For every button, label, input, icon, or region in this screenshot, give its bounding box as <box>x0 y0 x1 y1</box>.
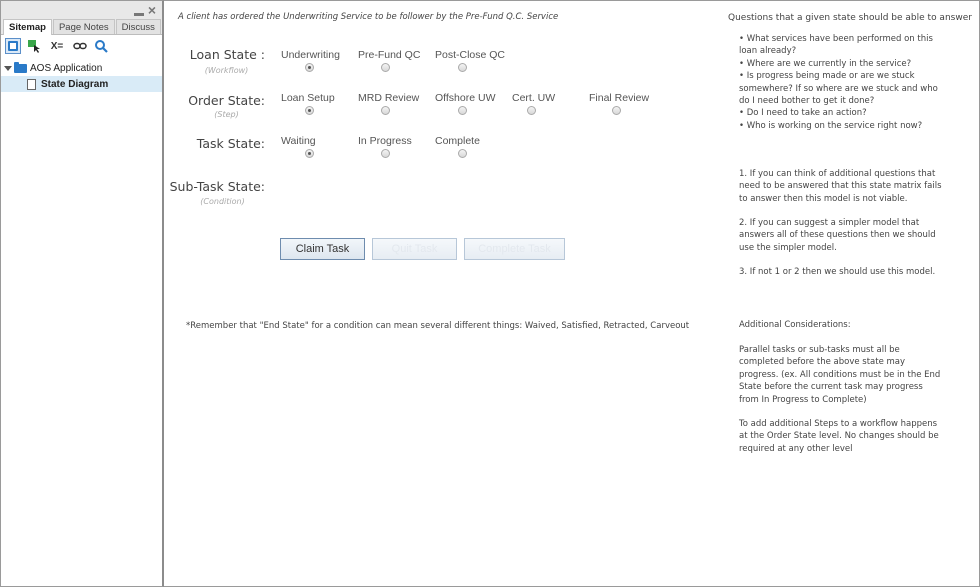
tab-page-notes[interactable]: Page Notes <box>52 19 115 34</box>
sub-task-state-label: Sub-Task State: <box>169 179 265 194</box>
list-item: • Where are we currently in the service? <box>739 58 912 69</box>
radio-button[interactable] <box>458 63 467 72</box>
radio-label: Waiting <box>281 135 316 147</box>
radio-label: Offshore UW <box>435 92 496 104</box>
radio-button[interactable] <box>612 106 621 115</box>
tree-item-label: State Diagram <box>41 78 109 90</box>
list-item: • Is progress being made or are we stuck… <box>739 71 938 107</box>
radio-label: Complete <box>435 135 480 147</box>
page-icon <box>27 78 36 90</box>
minimize-icon[interactable] <box>133 12 144 16</box>
folder-icon <box>14 61 27 73</box>
additional-note-1: Parallel tasks or sub-tasks must all be … <box>739 345 941 405</box>
tree-item-root[interactable]: AOS Application <box>1 60 162 76</box>
additional-title: Additional Considerations: <box>739 320 851 330</box>
radio-label: Cert. UW <box>512 92 556 104</box>
page-canvas: A client has ordered the Underwriting Se… <box>164 0 980 587</box>
link-icon[interactable] <box>72 38 88 54</box>
chevron-down-icon[interactable] <box>4 65 12 71</box>
radio-button[interactable] <box>458 149 467 158</box>
remember-note: *Remember that "End State" for a conditi… <box>186 321 690 331</box>
tree-item-state-diagram[interactable]: State Diagram <box>1 76 162 92</box>
loan-state-label: Loan State : <box>189 47 265 62</box>
radio-button[interactable] <box>305 149 314 158</box>
order-state-sub: (Step) <box>214 110 239 119</box>
search-icon[interactable] <box>93 38 109 54</box>
quit-task-button[interactable]: Quit Task <box>372 238 457 260</box>
task-state-label: Task State: <box>196 136 265 151</box>
additional-note-2: To add additional Steps to a workflow ha… <box>739 419 939 454</box>
radio-pre-fund-qc[interactable]: Pre-Fund QC <box>358 49 438 72</box>
intro-text: A client has ordered the Underwriting Se… <box>178 12 559 22</box>
radio-label: Post-Close QC <box>435 49 506 61</box>
radio-button[interactable] <box>458 106 467 115</box>
sitemap-pane: × Sitemap Page Notes Discuss X= AOS Appl… <box>0 0 164 587</box>
radio-complete[interactable]: Complete <box>435 135 515 158</box>
order-state-label: Order State: <box>188 93 265 108</box>
add-page-icon[interactable] <box>26 38 42 54</box>
variables-label: X= <box>50 40 64 52</box>
radio-cert-uw[interactable]: Cert. UW <box>512 92 592 115</box>
radio-label: Final Review <box>589 92 650 104</box>
list-item: • Do I need to take an action? <box>739 108 867 119</box>
radio-waiting[interactable]: Waiting <box>281 135 361 158</box>
close-icon[interactable]: × <box>148 3 156 17</box>
radio-mrd-review[interactable]: MRD Review <box>358 92 438 115</box>
radio-post-close-qc[interactable]: Post-Close QC <box>435 49 515 72</box>
sitemap-tree: AOS Application State Diagram <box>1 57 162 92</box>
claim-task-button[interactable]: Claim Task <box>280 238 365 260</box>
tab-discuss[interactable]: Discuss <box>115 19 161 34</box>
variables-icon[interactable]: X= <box>47 38 67 54</box>
pane-title-bar: × <box>1 1 162 19</box>
note-2: 2. If you can suggest a simpler model th… <box>739 218 936 253</box>
page-view-icon[interactable] <box>5 38 21 54</box>
radio-button[interactable] <box>381 149 390 158</box>
radio-label: Underwriting <box>281 49 340 61</box>
note-1: 1. If you can think of additional questi… <box>739 169 942 204</box>
radio-offshore-uw[interactable]: Offshore UW <box>435 92 515 115</box>
radio-final-review[interactable]: Final Review <box>589 92 669 115</box>
tree-item-label: AOS Application <box>30 62 103 74</box>
radio-label: Pre-Fund QC <box>358 49 421 61</box>
list-item: • What services have been performed on t… <box>739 34 933 57</box>
list-item: • Who is working on the service right no… <box>739 120 923 131</box>
sub-task-state-sub: (Condition) <box>200 197 245 206</box>
radio-underwriting[interactable]: Underwriting <box>281 49 361 72</box>
radio-button[interactable] <box>381 106 390 115</box>
radio-button[interactable] <box>305 106 314 115</box>
radio-in-progress[interactable]: In Progress <box>358 135 438 158</box>
radio-button[interactable] <box>527 106 536 115</box>
radio-label: MRD Review <box>358 92 420 104</box>
radio-label: Loan Setup <box>281 92 335 104</box>
radio-label: In Progress <box>358 135 412 147</box>
radio-button[interactable] <box>305 63 314 72</box>
complete-task-button[interactable]: Complete Task <box>464 238 565 260</box>
tab-sitemap[interactable]: Sitemap <box>3 19 52 35</box>
questions-title: Questions that a given state should be a… <box>728 13 972 23</box>
loan-state-sub: (Workflow) <box>204 66 249 75</box>
sitemap-toolbar: X= <box>1 35 162 57</box>
questions-list: • What services have been performed on t… <box>739 33 944 132</box>
radio-loan-setup[interactable]: Loan Setup <box>281 92 361 115</box>
pane-tabs: Sitemap Page Notes Discuss <box>1 19 162 35</box>
note-3: 3. If not 1 or 2 then we should use this… <box>739 267 936 277</box>
radio-button[interactable] <box>381 63 390 72</box>
